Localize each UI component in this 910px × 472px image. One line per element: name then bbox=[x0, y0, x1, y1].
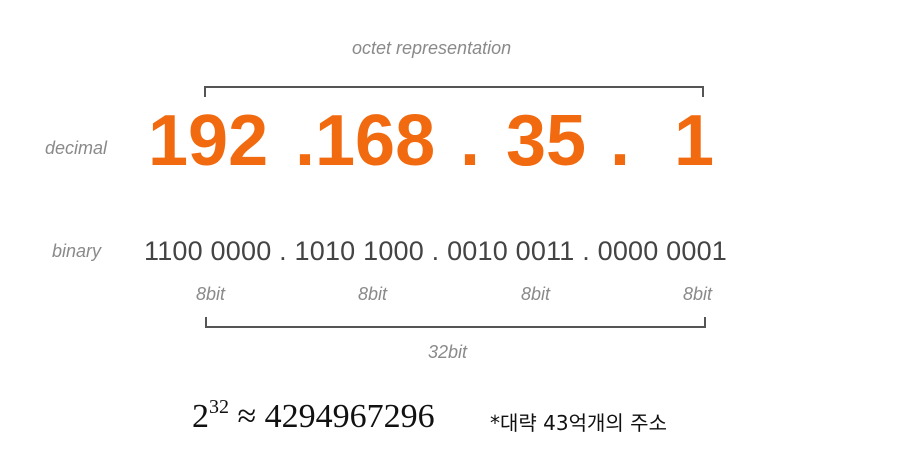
decimal-octet-4: 1 bbox=[674, 101, 715, 181]
bit-label-4: 8bit bbox=[683, 284, 713, 304]
formula-base: 2 bbox=[192, 398, 209, 435]
decimal-dot-1: . bbox=[460, 101, 481, 181]
address-count-formula: 232 ≈ 4294967296 bbox=[192, 396, 435, 436]
decimal-octet-1: 192 bbox=[148, 101, 269, 181]
address-count-note: *대략 43억개의 주소 bbox=[490, 411, 667, 435]
bit-label-1: 8bit bbox=[196, 284, 226, 304]
bit-label-3: 8bit bbox=[521, 284, 551, 304]
octet-bracket bbox=[204, 86, 704, 97]
formula-exponent: 32 bbox=[209, 396, 229, 418]
decimal-row-label: decimal bbox=[45, 138, 108, 158]
formula-approx-symbol: ≈ bbox=[237, 398, 257, 435]
decimal-octet-2: .168 bbox=[295, 101, 436, 181]
decimal-dot-2: . bbox=[610, 101, 631, 181]
octet-representation-label: octet representation bbox=[352, 38, 512, 58]
binary-value: 1100 0000 . 1010 1000 . 0010 0011 . 0000… bbox=[144, 236, 728, 266]
decimal-octet-3: 35 bbox=[506, 101, 587, 181]
total-bracket bbox=[205, 317, 706, 328]
formula-value: 4294967296 bbox=[264, 398, 435, 435]
bit-label-2: 8bit bbox=[358, 284, 388, 304]
total-bits-label: 32bit bbox=[428, 342, 468, 362]
binary-row-label: binary bbox=[52, 241, 102, 261]
